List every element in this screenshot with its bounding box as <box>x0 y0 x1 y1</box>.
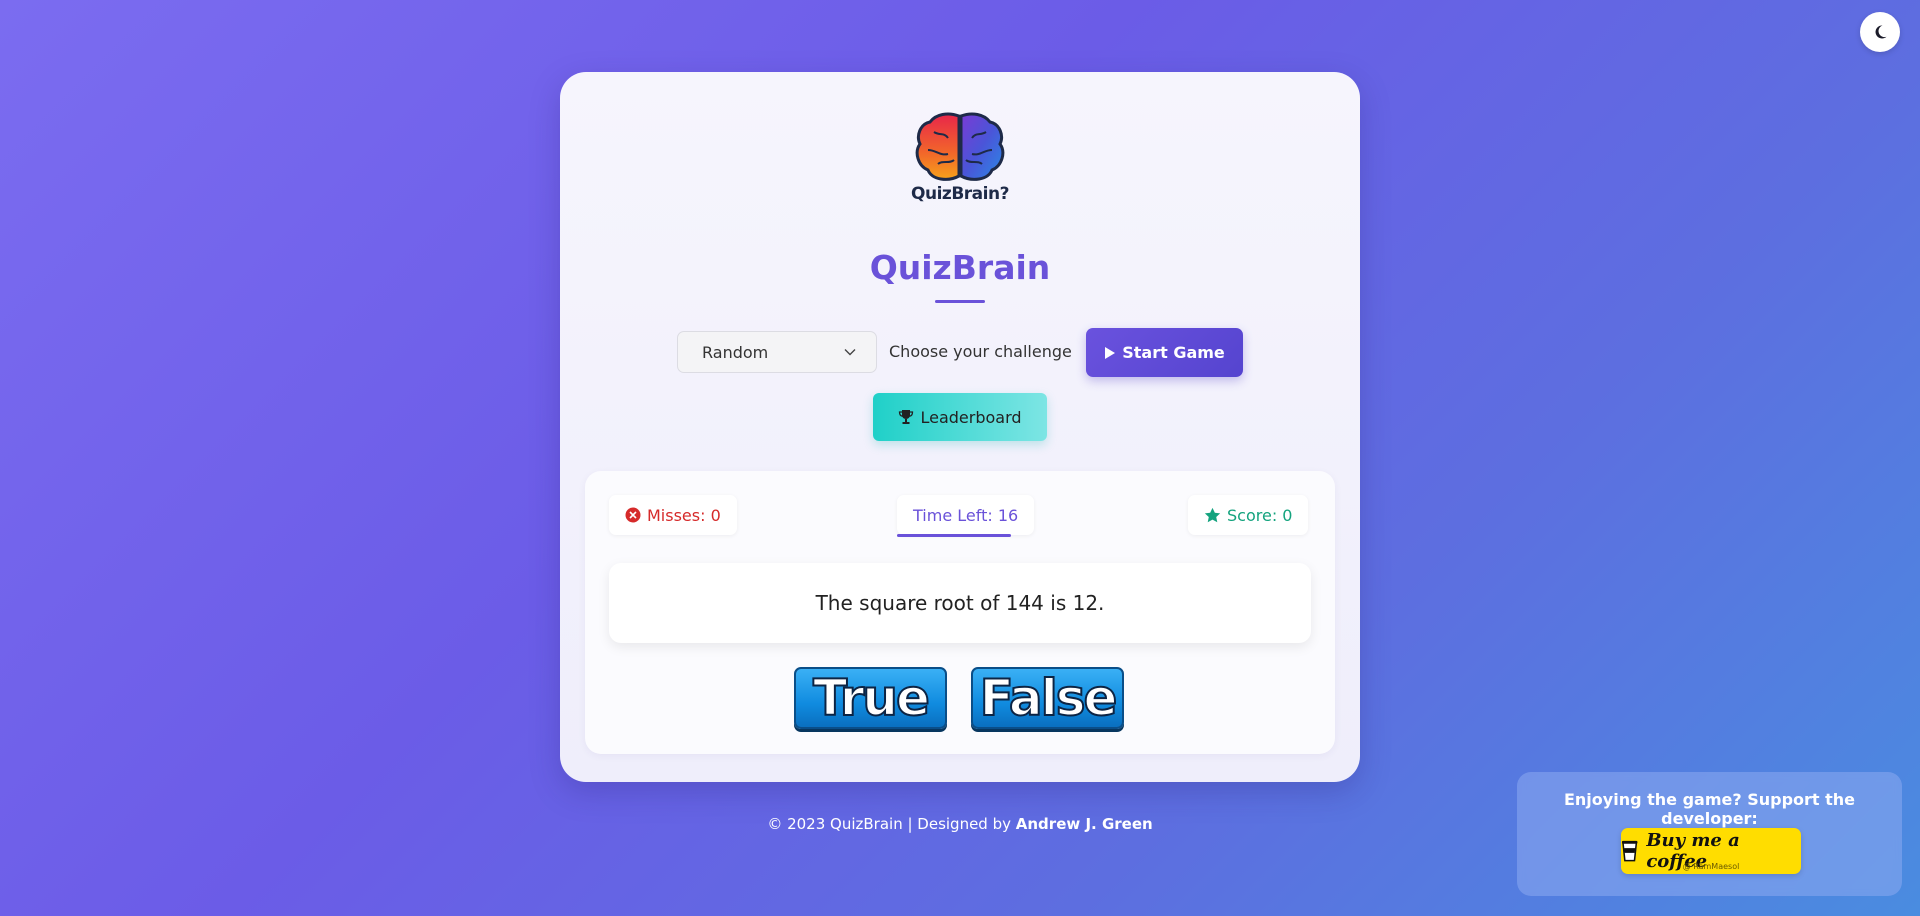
quiz-card: QuizBrain? QuizBrain Random Choose your … <box>560 72 1360 782</box>
time-progress-bar <box>897 534 1011 537</box>
leaderboard-button[interactable]: Leaderboard <box>873 393 1047 441</box>
true-button[interactable]: True <box>794 667 947 729</box>
page-title: QuizBrain <box>869 248 1051 287</box>
question-text: The square root of 144 is 12. <box>815 591 1105 615</box>
score-counter: Score: 0 <box>1188 495 1309 535</box>
moon-icon <box>1875 25 1887 39</box>
footer-author-link[interactable]: Andrew J. Green <box>1016 815 1153 833</box>
start-game-button[interactable]: Start Game <box>1086 328 1243 377</box>
time-left-label: Time Left: 16 <box>913 505 1019 525</box>
title-underline <box>935 300 985 303</box>
false-button[interactable]: False <box>971 667 1124 729</box>
start-game-label: Start Game <box>1122 343 1225 362</box>
leaderboard-label: Leaderboard <box>920 407 1022 427</box>
time-left-counter: Time Left: 16 <box>897 495 1035 535</box>
brain-icon <box>915 112 1005 181</box>
support-text: Enjoying the game? Support the developer… <box>1563 790 1856 828</box>
trophy-icon <box>899 410 914 424</box>
question-box: The square root of 144 is 12. <box>609 563 1311 643</box>
category-select-value: Random <box>702 342 769 362</box>
category-select[interactable]: Random <box>677 331 877 373</box>
misses-counter: Misses: 0 <box>609 495 737 535</box>
logo-text: QuizBrain? <box>911 184 1009 204</box>
quizbrain-logo: QuizBrain? <box>908 110 1012 212</box>
play-icon <box>1105 346 1116 359</box>
x-circle-icon <box>625 507 641 523</box>
support-box: Enjoying the game? Support the developer… <box>1517 772 1902 896</box>
chevron-down-icon <box>844 349 856 356</box>
coffee-cup-icon <box>1621 840 1638 862</box>
score-label: Score: 0 <box>1227 505 1293 525</box>
coffee-sub-label: @ RamMaesol <box>1682 862 1740 871</box>
game-panel: Misses: 0 Time Left: 16 Score: 0 The squ… <box>585 471 1335 754</box>
star-icon <box>1204 507 1221 522</box>
theme-toggle-button[interactable] <box>1860 12 1900 52</box>
footer-prefix: © 2023 QuizBrain | Designed by <box>767 815 1016 833</box>
buy-me-a-coffee-button[interactable]: Buy me a coffee @ RamMaesol <box>1621 828 1801 874</box>
footer: © 2023 QuizBrain | Designed by Andrew J.… <box>560 815 1360 833</box>
choose-challenge-label: Choose your challenge <box>889 342 1072 361</box>
misses-label: Misses: 0 <box>647 505 721 525</box>
